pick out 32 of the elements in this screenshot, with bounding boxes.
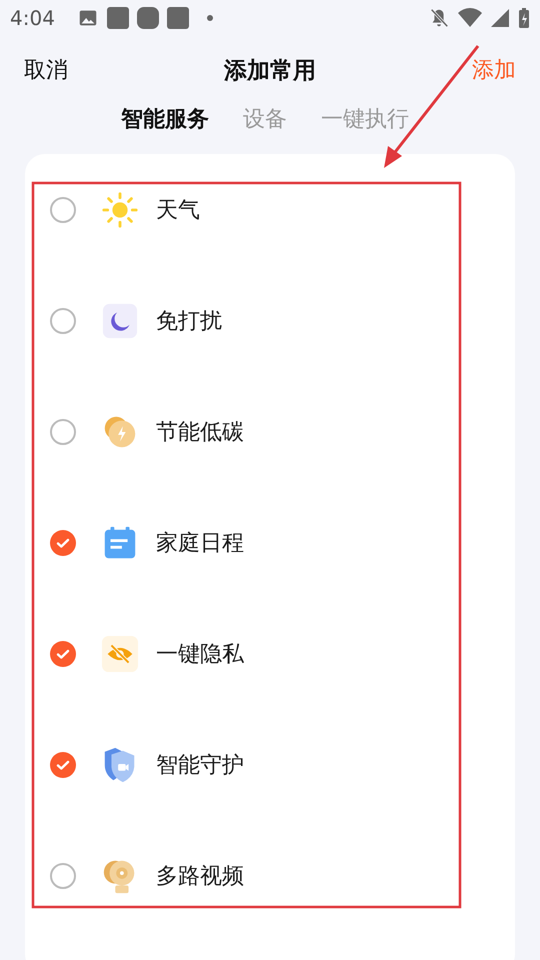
app-icon: [136, 7, 159, 29]
sun-icon: [101, 190, 139, 228]
app-icon: [106, 7, 129, 29]
tab[interactable]: 智能服务: [121, 104, 209, 134]
service-label: 天气: [156, 196, 200, 224]
cancel-button[interactable]: 取消: [24, 55, 68, 85]
tab[interactable]: 设备: [243, 104, 287, 134]
radio-button[interactable]: [50, 752, 76, 778]
moon-icon: [101, 302, 139, 340]
status-time: 4:04: [10, 6, 55, 30]
eye-off-icon: [101, 634, 139, 672]
radio-button[interactable]: [50, 530, 76, 556]
service-label: 一键隐私: [156, 640, 244, 668]
tab[interactable]: 一键执行: [321, 104, 409, 134]
radio-button[interactable]: [50, 418, 76, 444]
app-icon: [166, 7, 189, 29]
radio-button[interactable]: [50, 308, 76, 334]
service-label: 免打扰: [156, 308, 222, 336]
radio-button[interactable]: [50, 196, 76, 222]
dot-icon: [206, 15, 213, 21]
service-label: 家庭日程: [156, 530, 244, 558]
radio-button[interactable]: [50, 640, 76, 666]
service-label: 多路视频: [156, 862, 244, 890]
bell-off-icon: [428, 7, 450, 29]
service-label: 节能低碳: [156, 418, 244, 446]
wifi-icon: [458, 7, 482, 29]
radio-button[interactable]: [50, 862, 76, 888]
page-title: 添加常用: [224, 56, 316, 86]
add-button[interactable]: 添加: [472, 55, 516, 85]
service-label: 智能守护: [156, 752, 244, 780]
signal-icon: [490, 7, 510, 29]
battery-icon: [518, 7, 530, 29]
